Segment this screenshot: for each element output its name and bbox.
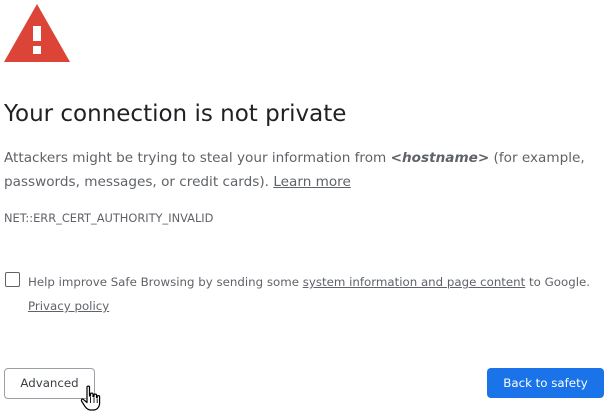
opt-in-text-before: Help improve Safe Browsing by sending so… xyxy=(28,275,303,289)
safe-browsing-checkbox[interactable] xyxy=(5,272,20,287)
page-title: Your connection is not private xyxy=(4,101,347,127)
learn-more-link[interactable]: Learn more xyxy=(273,174,351,190)
system-information-link[interactable]: system information and page content xyxy=(303,275,526,289)
advanced-button[interactable]: Advanced xyxy=(4,368,95,399)
error-code: NET::ERR_CERT_AUTHORITY_INVALID xyxy=(4,211,214,225)
privacy-policy-link[interactable]: Privacy policy xyxy=(28,299,109,313)
warning-triangle-icon xyxy=(4,4,70,62)
back-to-safety-button[interactable]: Back to safety xyxy=(487,368,604,398)
opt-in-text-after: to Google. xyxy=(525,275,590,289)
hostname-text: <hostname> xyxy=(390,150,490,166)
safe-browsing-opt-in-label: Help improve Safe Browsing by sending so… xyxy=(28,270,606,318)
explanation-paragraph: Attackers might be trying to steal your … xyxy=(4,146,604,194)
explanation-text-before: Attackers might be trying to steal your … xyxy=(4,150,391,166)
